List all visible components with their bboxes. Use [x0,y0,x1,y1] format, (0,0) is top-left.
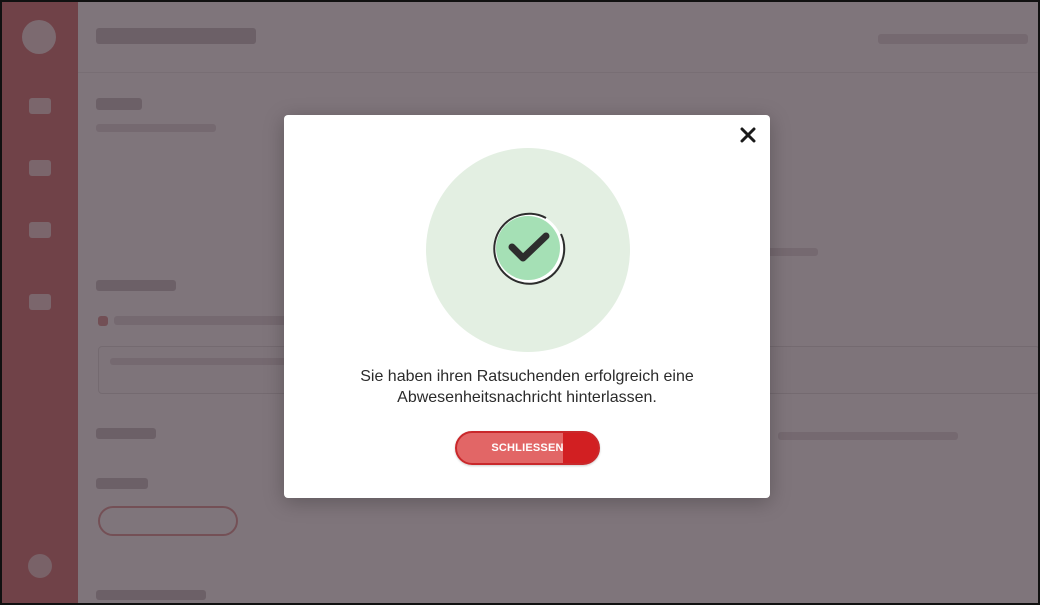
success-message-line-2: Abwesenheitsnachricht hinterlassen. [397,389,657,406]
close-dialog-button-label: SCHLIESSEN [491,442,564,454]
success-message-line-1: Sie haben ihren Ratsuchenden erfolgreich… [360,368,694,385]
checkmark-success-icon [426,148,630,352]
close-icon[interactable] [736,123,760,147]
app-window: Sie haben ihren Ratsuchenden erfolgreich… [0,0,1040,605]
close-dialog-button[interactable]: SCHLIESSEN [455,431,600,465]
success-message: Sie haben ihren Ratsuchenden erfolgreich… [284,366,770,408]
success-dialog: Sie haben ihren Ratsuchenden erfolgreich… [284,115,770,498]
